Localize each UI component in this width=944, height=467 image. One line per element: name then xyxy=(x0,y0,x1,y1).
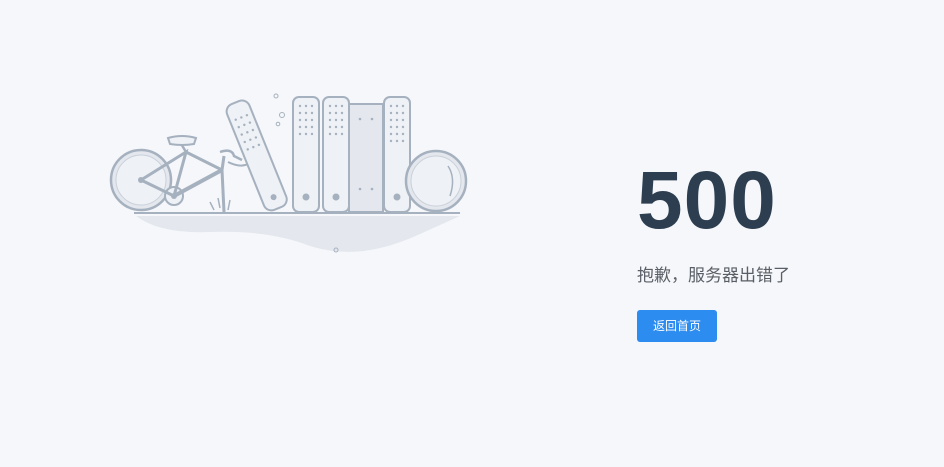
error-message: 抱歉，服务器出错了 xyxy=(637,266,790,286)
error-panel: 500 抱歉，服务器出错了 返回首页 xyxy=(637,160,917,342)
error-illustration xyxy=(100,86,480,266)
error-code: 500 xyxy=(637,155,777,246)
return-home-button[interactable]: 返回首页 xyxy=(637,310,717,342)
broken-bike-bookshelf-icon xyxy=(109,93,468,253)
